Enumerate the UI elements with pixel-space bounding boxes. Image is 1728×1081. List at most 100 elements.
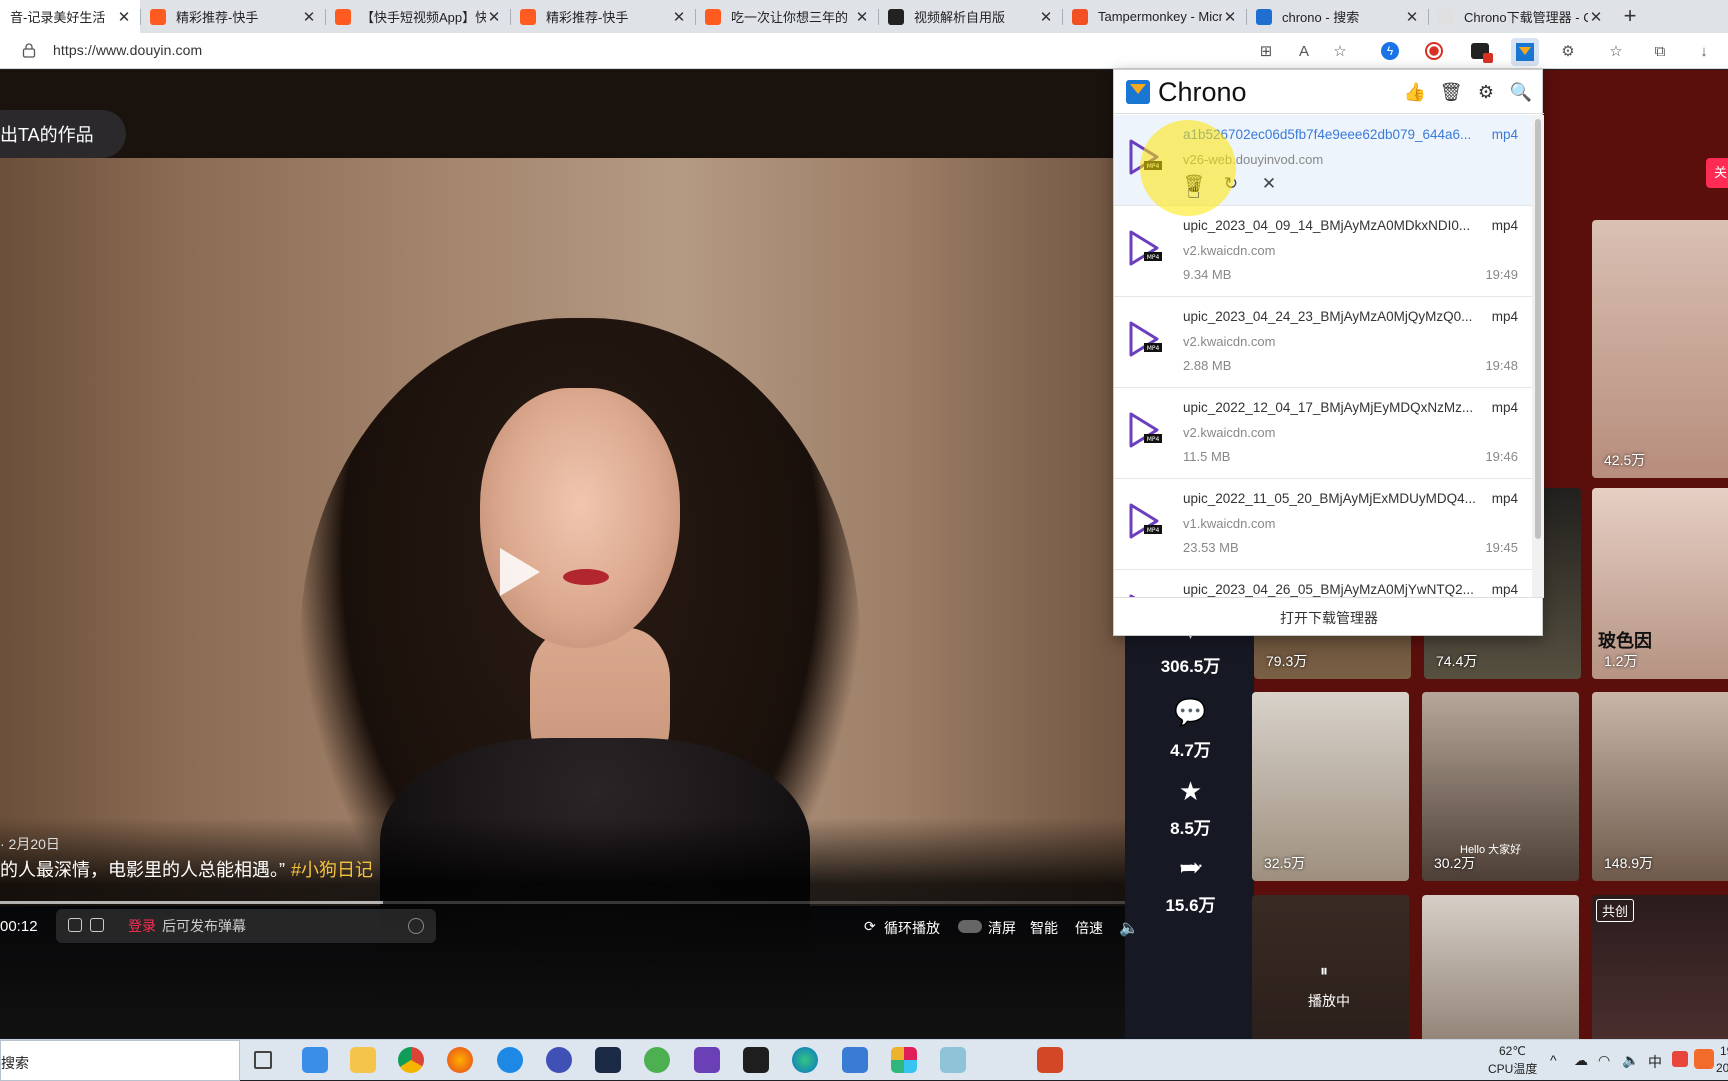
tab-close-icon[interactable]: ✕ [854, 8, 870, 26]
read-aloud-icon[interactable]: A [1292, 39, 1316, 63]
chrome-icon[interactable] [398, 1047, 424, 1073]
tab-7[interactable]: Tampermonkey - Micr ✕ [1062, 0, 1246, 33]
tab-6[interactable]: 视频解析自用版 ✕ [878, 0, 1062, 33]
comment-icon[interactable]: 💬 [1128, 697, 1253, 728]
play-icon[interactable] [500, 548, 540, 596]
notepad-icon[interactable] [940, 1047, 966, 1073]
download-filename[interactable]: upic_2023_04_09_14_BMjAyMzA0MDkxNDI0... [1183, 218, 1483, 233]
tab-close-icon[interactable]: ✕ [301, 8, 317, 26]
new-tab-button[interactable]: + [1617, 4, 1643, 30]
recommend-thumb[interactable]: 42.5万 [1592, 220, 1728, 478]
sniffer-search-icon[interactable]: 🔍 [1509, 80, 1533, 104]
recommend-thumb[interactable]: 玻色因 1.2万 [1592, 488, 1728, 679]
download-item[interactable]: MP4 upic_2023_04_26_05_BMjAyMzA0MjYwNTQ2.… [1114, 570, 1532, 597]
download-filename[interactable]: upic_2023_04_26_05_BMjAyMzA0MjYwNTQ2... [1183, 582, 1483, 597]
danmaku-toggle-icon[interactable] [68, 918, 82, 932]
danmaku-input[interactable]: 登录 后可发布弹幕 [56, 909, 436, 943]
recommend-thumb[interactable]: ⏸ 播放中 [1252, 895, 1409, 1039]
url-field[interactable]: https://www.douyin.com [53, 42, 202, 58]
open-download-manager-button[interactable]: 打开下载管理器 [1114, 597, 1544, 637]
presentation-app-icon[interactable] [1037, 1047, 1063, 1073]
settings-icon[interactable]: ⚙ [1474, 80, 1498, 104]
password-manager-icon[interactable] [546, 1047, 572, 1073]
tab-close-icon[interactable]: ✕ [1404, 8, 1420, 26]
share-icon[interactable]: ➦ [1128, 852, 1253, 883]
file-explorer-icon[interactable] [350, 1047, 376, 1073]
chrono-extension-icon[interactable] [1511, 38, 1539, 66]
remove-item-icon[interactable]: ✕ [1259, 174, 1279, 194]
tab-close-icon[interactable]: ✕ [671, 8, 687, 26]
firefox-icon[interactable] [447, 1047, 473, 1073]
danmaku-login-link[interactable]: 登录 [128, 916, 156, 936]
speed-button[interactable]: 倍速 [1075, 918, 1103, 938]
star-icon[interactable]: ★ [1128, 776, 1253, 807]
onedrive-icon[interactable]: ☁ [1574, 1052, 1588, 1069]
tab-8[interactable]: chrono - 搜索 ✕ [1246, 0, 1428, 33]
tampermonkey-extension-icon[interactable] [1468, 39, 1493, 63]
download-list-scrollbar[interactable] [1532, 115, 1544, 597]
clear-screen-toggle[interactable] [958, 920, 982, 933]
tab-2[interactable]: 精彩推荐-快手 ✕ [140, 0, 325, 33]
download-filename[interactable]: upic_2022_12_04_17_BMjAyMjEyMDQxNzMz... [1183, 400, 1483, 415]
sogou-ime-icon[interactable] [1672, 1051, 1688, 1067]
tray-expand-icon[interactable]: ^ [1550, 1052, 1557, 1068]
apps-icon[interactable]: ⊞ [1254, 39, 1278, 63]
edge-icon[interactable] [792, 1047, 818, 1073]
scrollbar-thumb[interactable] [1535, 119, 1541, 539]
smart-quality-button[interactable]: 智能 [1030, 918, 1058, 938]
downloads-icon[interactable]: ↓ [1692, 39, 1716, 63]
download-filename[interactable]: a1b526702ec06d5fb7f4e9eee62db079_644a6..… [1183, 127, 1483, 142]
download-item[interactable]: MP4 upic_2023_04_24_23_BMjAyMzA0MjQyMzQ0.… [1114, 297, 1532, 388]
download-filename[interactable]: upic_2023_04_24_23_BMjAyMzA0MjQyMzQ0... [1183, 309, 1483, 324]
tab-close-icon[interactable]: ✕ [1588, 8, 1604, 26]
volume-icon[interactable]: 🔈 [1119, 918, 1139, 938]
author-works-button[interactable]: 出TA的作品 [0, 110, 126, 158]
record-extension-icon[interactable] [1422, 39, 1446, 63]
recommend-thumb[interactable]: 148.9万 [1592, 692, 1728, 881]
download-item[interactable]: MP4 upic_2022_12_04_17_BMjAyMjEyMDQxNzMz.… [1114, 388, 1532, 479]
clear-list-icon[interactable]: 🗑 [1439, 80, 1463, 104]
ime-indicator[interactable]: 中 [1648, 1052, 1662, 1072]
wifi-icon[interactable]: ◠ [1598, 1052, 1610, 1069]
loop-button[interactable]: 循环播放 [884, 918, 940, 938]
recommend-thumb[interactable]: Hello 大家好 30.2万 [1422, 692, 1579, 881]
download-filename[interactable]: upic_2022_11_05_20_BMjAyMjExMDUyMDQ4... [1183, 491, 1483, 506]
obsidian-icon[interactable] [694, 1047, 720, 1073]
tab-1[interactable]: 音-记录美好生活 ✕ [0, 0, 140, 33]
tab-close-icon[interactable]: ✕ [486, 8, 502, 26]
lightning-extension-icon[interactable]: ϟ [1378, 39, 1402, 63]
task-view-icon[interactable] [254, 1051, 272, 1069]
hashtag-link[interactable]: #小狗日记 [291, 860, 373, 880]
video-frame[interactable] [0, 158, 1125, 998]
recommend-thumb[interactable] [1422, 895, 1579, 1039]
terminal-icon[interactable] [743, 1047, 769, 1073]
tab-close-icon[interactable]: ✕ [1222, 8, 1238, 26]
taskbar-search-box[interactable]: 搜索 [0, 1040, 240, 1081]
danmaku-settings-icon[interactable] [90, 918, 104, 932]
chat-app-icon[interactable] [497, 1047, 523, 1073]
download-item[interactable]: MP4 upic_2022_11_05_20_BMjAyMjExMDUyMDQ4.… [1114, 479, 1532, 570]
speaker-icon[interactable]: 🔈 [1622, 1052, 1639, 1069]
loop-icon[interactable]: ⟳ [864, 918, 876, 935]
tab-close-icon[interactable]: ✕ [116, 8, 132, 26]
emoji-icon[interactable] [408, 918, 424, 934]
favorite-add-icon[interactable]: ☆ [1328, 39, 1352, 63]
download-item[interactable]: MP4 upic_2023_04_09_14_BMjAyMzA0MDkxNDI0.… [1114, 206, 1532, 297]
follow-button[interactable]: 关 [1706, 158, 1728, 188]
favorites-icon[interactable]: ☆ [1604, 39, 1628, 63]
recommend-thumb[interactable]: 32.5万 [1252, 692, 1409, 881]
recommend-thumb[interactable]: 共创 [1592, 895, 1728, 1039]
tab-3[interactable]: 【快手短视频App】快 ✕ [325, 0, 510, 33]
tab-5[interactable]: 吃一次让你想三年的 ✕ [695, 0, 878, 33]
notes-app-icon[interactable] [595, 1047, 621, 1073]
microsoft-store-icon[interactable] [302, 1047, 328, 1073]
tab-9[interactable]: Chrono下载管理器 - C ✕ [1428, 0, 1612, 33]
lock-icon[interactable] [22, 43, 36, 58]
thumbs-up-icon[interactable]: 👍 [1403, 80, 1427, 104]
extensions-icon[interactable]: ⚙ [1556, 39, 1580, 63]
collections-icon[interactable]: ⧉ [1648, 39, 1672, 63]
slack-icon[interactable] [891, 1047, 917, 1073]
feishu-icon[interactable] [842, 1047, 868, 1073]
tab-4[interactable]: 精彩推荐-快手 ✕ [510, 0, 695, 33]
video-progress-bar[interactable] [0, 901, 1125, 904]
